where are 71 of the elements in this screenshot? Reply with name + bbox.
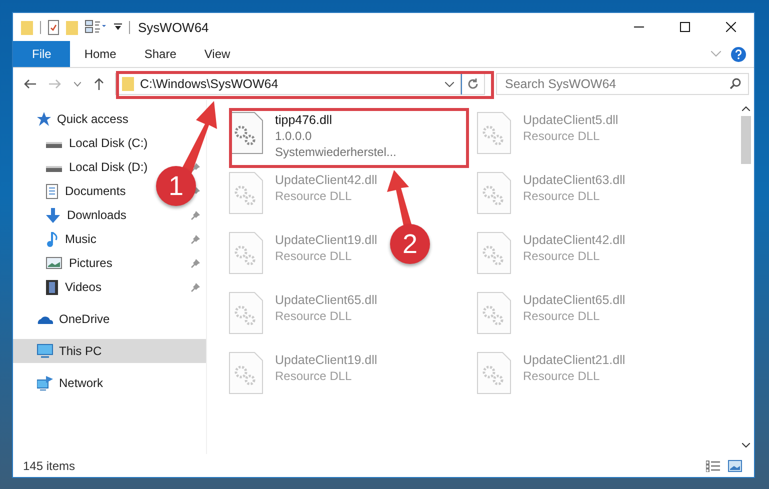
ribbon-tab[interactable]: Home [70, 41, 130, 67]
file-detail: Resource DLL [275, 368, 353, 384]
dropdown-icon[interactable] [445, 82, 454, 86]
window-title: SysWOW64 [138, 20, 209, 34]
help-icon[interactable] [731, 46, 746, 62]
expand-ribbon-icon[interactable] [711, 51, 721, 57]
star-icon [37, 112, 51, 126]
film-icon [46, 280, 58, 294]
refresh-icon [467, 78, 479, 90]
properties-icon[interactable] [48, 20, 59, 34]
maximize-icon [680, 22, 690, 32]
forward-icon[interactable] [49, 79, 61, 89]
file-detail: Resource DLL [275, 188, 353, 204]
pin-icon[interactable] [191, 258, 200, 268]
cloud-icon [37, 314, 53, 324]
ribbon-tab[interactable]: File [13, 41, 70, 67]
scrollbar-thumb[interactable] [741, 116, 751, 164]
settings-file-icon[interactable] [229, 112, 263, 154]
nav-item[interactable]: Pictures [13, 251, 116, 275]
file-detail: Resource DLL [275, 248, 353, 264]
nav-item[interactable]: Local Disk (D:) [13, 155, 152, 179]
nav-item[interactable]: Network [13, 371, 108, 395]
computer-icon [37, 344, 53, 358]
nav-item[interactable]: Quick access [13, 107, 132, 131]
nav-item[interactable]: OneDrive [13, 307, 114, 331]
view-options-icon[interactable] [85, 20, 107, 34]
customize-dropdown-icon[interactable] [114, 23, 122, 31]
scroll-down-icon[interactable] [742, 443, 750, 448]
recent-locations-icon[interactable] [74, 82, 81, 86]
file-detail: Resource DLL [523, 128, 601, 144]
address-field[interactable]: C:\Windows\SysWOW64 [115, 73, 461, 95]
music-note-icon [46, 232, 58, 246]
file-name[interactable]: tipp476.dll [275, 112, 396, 128]
nav-item[interactable]: Music [13, 227, 100, 251]
new-folder-icon[interactable] [66, 20, 78, 34]
nav-item[interactable]: Videos [13, 275, 106, 299]
search-icon [730, 78, 741, 89]
file-detail: Resource DLL [523, 308, 601, 324]
nav-item[interactable]: Downloads [13, 203, 130, 227]
minimize-icon [634, 26, 644, 28]
close-icon [726, 22, 736, 32]
ribbon-tab[interactable]: Share [130, 41, 190, 67]
file-detail: Resource DLL [523, 248, 601, 264]
nav-item[interactable]: Documents [13, 179, 130, 203]
file-detail: Systemwiederherstel... [275, 144, 396, 160]
pin-icon[interactable] [191, 234, 200, 244]
refresh-button[interactable] [461, 73, 485, 95]
document-icon [46, 184, 58, 198]
item-count: 145 items [23, 458, 76, 472]
pictures-icon [46, 257, 62, 269]
search-field[interactable]: Search SysWOW64 [496, 73, 749, 95]
file-detail: Resource DLL [523, 188, 601, 204]
up-icon[interactable] [94, 78, 104, 90]
pin-icon[interactable] [191, 282, 200, 292]
back-icon[interactable] [24, 79, 36, 89]
pointer-arrow [387, 170, 412, 228]
details-view-icon[interactable] [706, 460, 720, 472]
nav-item[interactable]: This PC [13, 339, 206, 363]
nav-item[interactable]: Local Disk (C:) [13, 131, 152, 155]
large-icons-view-icon[interactable] [728, 460, 742, 472]
folder-icon[interactable] [21, 20, 33, 34]
file-detail: Resource DLL [275, 308, 353, 324]
ribbon-tab[interactable]: View [190, 41, 244, 67]
file-detail: 1.0.0.0 [275, 128, 313, 144]
network-icon [37, 376, 53, 390]
folder-icon [122, 77, 134, 91]
download-icon [46, 208, 60, 222]
scroll-up-icon[interactable] [742, 106, 750, 111]
file-detail: Resource DLL [523, 368, 601, 384]
pin-icon[interactable] [191, 210, 200, 220]
pin-icon[interactable] [191, 162, 200, 172]
